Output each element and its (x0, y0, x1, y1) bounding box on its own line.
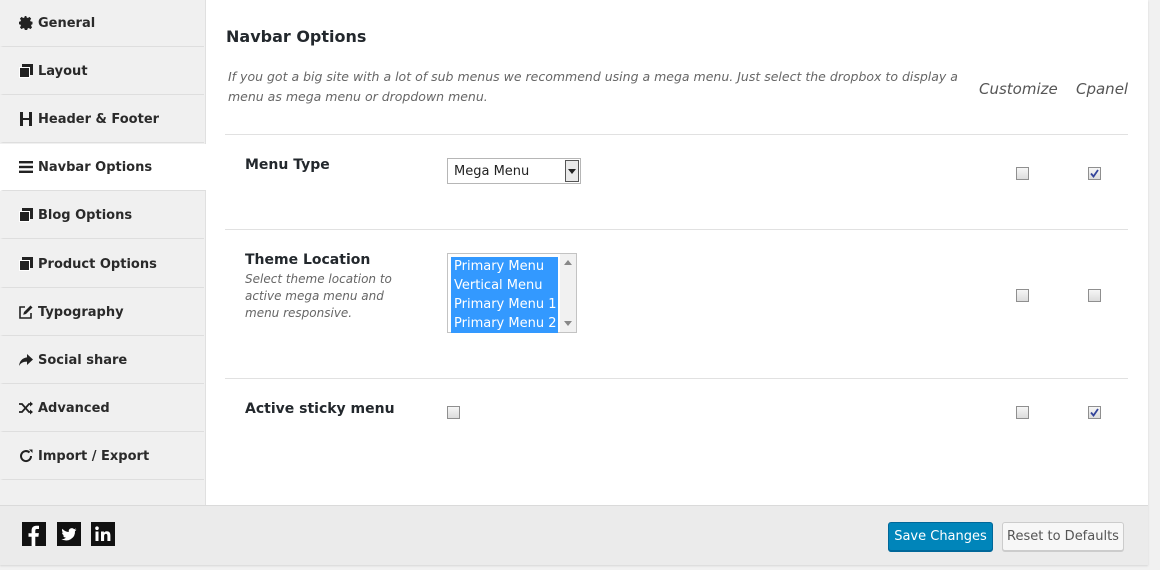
sidebar-item-blog-options[interactable]: Blog Options (0, 192, 204, 239)
bars-icon (17, 159, 34, 176)
linkedin-icon[interactable] (91, 522, 115, 546)
sidebar-item-navbar-options[interactable]: Navbar Options (0, 144, 206, 191)
sidebar-item-label: Social share (38, 352, 128, 368)
sidebar-item-label: Import / Export (38, 448, 150, 464)
sticky-menu-label: Active sticky menu (245, 401, 395, 417)
footer-bar: Save Changes Reset to Defaults (0, 505, 1148, 565)
sidebar-item-header-footer[interactable]: Header & Footer (0, 96, 204, 143)
sidebar-item-label: General (38, 15, 96, 31)
menu-type-cpanel-checkbox[interactable] (1088, 167, 1101, 180)
scroll-down-icon[interactable] (564, 321, 572, 326)
column-header-cpanel: Cpanel (1076, 80, 1129, 98)
save-changes-button[interactable]: Save Changes (888, 522, 993, 551)
sidebar-item-typography[interactable]: Typography (0, 289, 204, 336)
gear-icon (17, 15, 34, 32)
edit-icon (17, 304, 34, 321)
sidebar-item-import-export[interactable]: Import / Export (0, 433, 204, 480)
sidebar-item-layout[interactable]: Layout (0, 48, 204, 95)
reset-defaults-button[interactable]: Reset to Defaults (1002, 522, 1124, 551)
twitter-icon[interactable] (57, 522, 81, 546)
chevron-down-icon[interactable] (565, 160, 579, 182)
copy-icon (17, 207, 34, 224)
sidebar-item-label: Typography (38, 304, 124, 320)
list-item[interactable]: Primary Menu (451, 257, 558, 276)
sidebar-item-label: Blog Options (38, 207, 133, 223)
menu-type-selected-value: Mega Menu (454, 163, 530, 179)
scroll-up-icon[interactable] (564, 260, 572, 265)
menu-type-select[interactable]: Mega Menu (447, 158, 581, 184)
copy-icon (17, 63, 34, 80)
sticky-menu-customize-checkbox[interactable] (1016, 406, 1029, 419)
sidebar-item-advanced[interactable]: Advanced (0, 385, 204, 432)
sidebar: General Layout Header & Footer Navbar Op… (0, 0, 206, 505)
refresh-icon (17, 448, 34, 465)
sticky-menu-cpanel-checkbox[interactable] (1088, 406, 1101, 419)
list-item[interactable]: Vertical Menu (451, 276, 558, 295)
random-icon (17, 400, 34, 417)
copy-icon (17, 256, 34, 273)
page-title: Navbar Options (226, 27, 367, 46)
theme-location-listbox[interactable]: Primary Menu Vertical Menu Primary Menu … (447, 253, 577, 333)
sidebar-item-product-options[interactable]: Product Options (0, 241, 204, 288)
theme-location-customize-checkbox[interactable] (1016, 289, 1029, 302)
list-item[interactable]: Primary Menu 2 (451, 314, 558, 333)
sidebar-item-social-share[interactable]: Social share (0, 337, 204, 384)
options-panel: General Layout Header & Footer Navbar Op… (0, 0, 1148, 565)
section-description: If you got a big site with a lot of sub … (228, 69, 958, 104)
sticky-menu-checkbox[interactable] (447, 406, 460, 419)
sidebar-item-general[interactable]: General (0, 0, 204, 47)
sidebar-item-label: Header & Footer (38, 111, 160, 127)
sidebar-item-label: Advanced (38, 400, 110, 416)
list-item[interactable]: Primary Menu 1 (451, 295, 558, 314)
sidebar-item-label: Product Options (38, 256, 157, 272)
share-icon (17, 352, 34, 369)
divider (225, 229, 1128, 230)
column-header-customize: Customize (979, 80, 1058, 98)
main-content: Navbar Options If you got a big site wit… (205, 0, 1148, 505)
facebook-icon[interactable] (22, 522, 46, 546)
menu-type-label: Menu Type (245, 157, 330, 173)
sidebar-item-label: Navbar Options (38, 159, 153, 175)
listbox-scrollbar[interactable] (560, 254, 576, 332)
theme-location-description: Select theme location to active mega men… (245, 272, 392, 320)
theme-location-label: Theme Location (245, 252, 371, 268)
divider (225, 378, 1128, 379)
theme-location-cpanel-checkbox[interactable] (1088, 289, 1101, 302)
menu-type-customize-checkbox[interactable] (1016, 167, 1029, 180)
divider (225, 134, 1128, 135)
sidebar-item-label: Layout (38, 63, 88, 79)
header-icon (17, 111, 34, 128)
